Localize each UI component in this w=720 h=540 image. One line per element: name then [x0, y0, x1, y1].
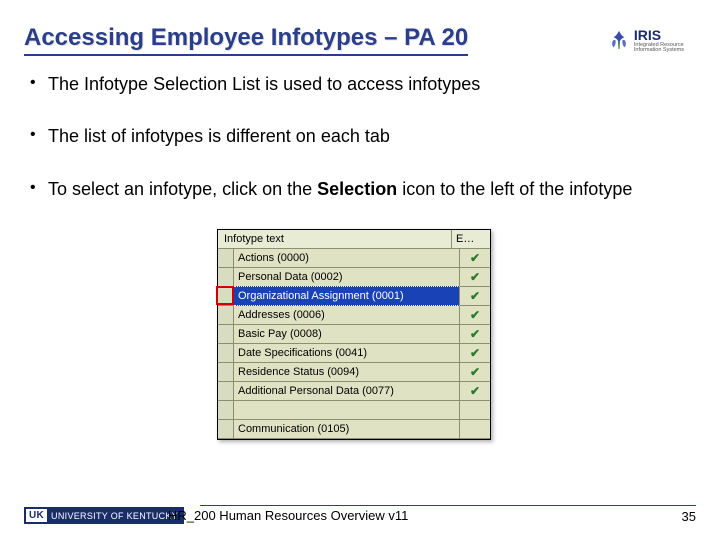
bullet-item: The list of infotypes is different on ea… — [24, 124, 684, 148]
bullet-item: To select an infotype, click on the Sele… — [24, 177, 684, 201]
selection-icon[interactable] — [218, 382, 234, 400]
infotype-text — [234, 401, 460, 419]
infotype-text: Organizational Assignment (0001) — [234, 286, 460, 306]
bullet-item: The Infotype Selection List is used to a… — [24, 72, 684, 96]
infotype-text: Actions (0000) — [234, 249, 460, 267]
col-header-infotype-text: Infotype text — [218, 230, 452, 248]
footer-left: UK UNIVERSITY OF KENTUCKY HR_200 Human R… — [24, 507, 408, 524]
table-row[interactable]: Additional Personal Data (0077)✔ — [218, 382, 490, 401]
iris-logo-text: IRIS — [634, 27, 684, 43]
infotype-text: Date Specifications (0041) — [234, 344, 460, 362]
iris-flower-icon — [608, 29, 630, 51]
iris-logo: IRIS Integrated Resource Information Sys… — [608, 27, 684, 54]
footer-course: HR_200 Human Resources Overview v11 — [168, 508, 408, 523]
exists-check-icon: ✔ — [460, 270, 490, 284]
selection-icon[interactable] — [218, 287, 234, 305]
selection-icon[interactable] — [218, 420, 234, 438]
iris-logo-sub2: Information Systems — [634, 48, 684, 54]
table-row[interactable]: Basic Pay (0008)✔ — [218, 325, 490, 344]
selection-icon[interactable] — [218, 249, 234, 267]
uk-logo: UK UNIVERSITY OF KENTUCKY — [24, 507, 184, 524]
exists-check-icon: ✔ — [460, 251, 490, 265]
page-number: 35 — [682, 509, 696, 524]
infotype-text: Addresses (0006) — [234, 306, 460, 324]
exists-check-icon: ✔ — [460, 346, 490, 360]
table-row[interactable]: Date Specifications (0041)✔ — [218, 344, 490, 363]
table-row[interactable]: Residence Status (0094)✔ — [218, 363, 490, 382]
selection-icon[interactable] — [218, 401, 234, 419]
page-title: Accessing Employee Infotypes – PA 20 — [24, 24, 468, 56]
infotype-text: Residence Status (0094) — [234, 363, 460, 381]
exists-check-icon: ✔ — [460, 327, 490, 341]
table-row[interactable]: Personal Data (0002)✔ — [218, 268, 490, 287]
bold-word: Selection — [317, 179, 397, 199]
uk-mark: UK — [26, 509, 47, 522]
col-header-e: E… — [452, 230, 490, 248]
table-row[interactable]: Actions (0000)✔ — [218, 249, 490, 268]
selection-icon[interactable] — [218, 306, 234, 324]
infotype-text: Personal Data (0002) — [234, 268, 460, 286]
selection-icon[interactable] — [218, 363, 234, 381]
sap-list-header: Infotype text E… — [218, 230, 490, 249]
table-row[interactable]: Addresses (0006)✔ — [218, 306, 490, 325]
bullet-list: The Infotype Selection List is used to a… — [24, 72, 684, 201]
sap-infotype-list: Infotype text E… Actions (0000)✔Personal… — [217, 229, 491, 440]
infotype-text: Additional Personal Data (0077) — [234, 382, 460, 400]
table-row[interactable]: Communication (0105) — [218, 420, 490, 439]
selection-icon[interactable] — [218, 325, 234, 343]
exists-check-icon: ✔ — [460, 289, 490, 303]
selection-icon[interactable] — [218, 344, 234, 362]
exists-check-icon: ✔ — [460, 308, 490, 322]
footer-rule — [200, 505, 696, 506]
uk-text: UNIVERSITY OF KENTUCKY — [51, 511, 178, 521]
infotype-text: Basic Pay (0008) — [234, 325, 460, 343]
selection-icon[interactable] — [218, 268, 234, 286]
exists-check-icon: ✔ — [460, 384, 490, 398]
exists-check-icon: ✔ — [460, 365, 490, 379]
infotype-text: Communication (0105) — [234, 420, 460, 438]
table-row[interactable]: Organizational Assignment (0001)✔ — [218, 287, 490, 306]
table-row[interactable] — [218, 401, 490, 420]
